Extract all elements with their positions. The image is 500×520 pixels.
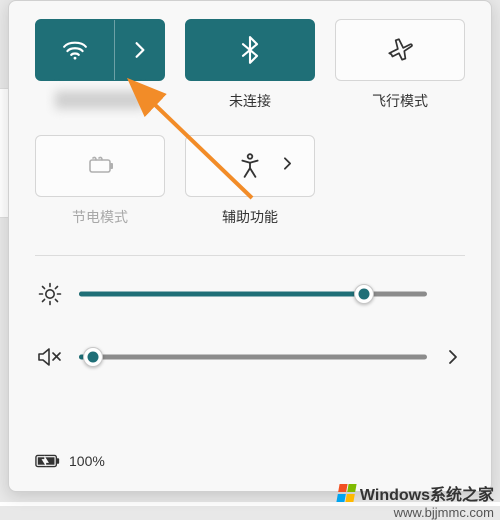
battery-saver-tile-group: 节电模式 <box>35 135 165 225</box>
brightness-slider[interactable] <box>79 284 427 304</box>
airplane-label: 飞行模式 <box>372 91 428 109</box>
airplane-tile-group: 飞行模式 <box>335 19 465 109</box>
bluetooth-tile-group: 未连接 <box>185 19 315 109</box>
chevron-right-icon <box>283 157 292 171</box>
volume-muted-icon <box>37 346 63 368</box>
airplane-tile[interactable] <box>335 19 465 81</box>
quick-settings-panel: 未连接 飞行模式 节电模式 <box>8 0 492 492</box>
wifi-toggle[interactable] <box>36 20 114 80</box>
background-strip <box>0 88 8 218</box>
slider-fill <box>79 292 364 297</box>
bluetooth-icon <box>241 36 259 64</box>
accessibility-tile[interactable] <box>185 135 315 197</box>
battery-percent-text: 100% <box>69 453 105 469</box>
accessibility-tile-group: 辅助功能 <box>185 135 315 225</box>
bluetooth-label: 未连接 <box>229 91 271 109</box>
slider-thumb[interactable] <box>354 284 374 304</box>
airplane-icon <box>386 37 414 63</box>
watermark-line1: Windows系统之家 <box>338 481 494 505</box>
chevron-right-icon <box>448 349 458 365</box>
windows-logo-icon <box>336 484 357 502</box>
volume-row <box>35 346 465 368</box>
chevron-right-icon <box>134 41 146 59</box>
accessibility-label: 辅助功能 <box>222 207 278 225</box>
battery-saver-tile[interactable] <box>35 135 165 197</box>
wifi-tile[interactable] <box>35 19 165 81</box>
accessibility-expand-button[interactable] <box>283 157 292 176</box>
battery-saver-icon <box>84 155 116 177</box>
wifi-icon <box>62 39 88 61</box>
accessibility-icon <box>238 153 262 179</box>
brightness-row <box>35 282 465 306</box>
status-bar: 100% <box>35 453 105 469</box>
volume-output-button[interactable] <box>441 349 465 365</box>
quick-tiles-row-1: 未连接 飞行模式 <box>35 19 465 109</box>
divider <box>35 255 465 256</box>
battery-saver-label: 节电模式 <box>72 207 128 225</box>
bluetooth-tile[interactable] <box>185 19 315 81</box>
wifi-tile-group <box>35 19 165 109</box>
watermark: Windows系统之家 www.bjjmmc.com <box>338 481 494 520</box>
volume-slider[interactable] <box>79 347 427 367</box>
slider-track <box>79 355 427 360</box>
quick-tiles-row-2: 节电模式 辅助功能 <box>35 135 465 225</box>
slider-thumb[interactable] <box>83 347 103 367</box>
wifi-expand-button[interactable] <box>114 20 164 80</box>
watermark-line2: www.bjjmmc.com <box>394 505 494 520</box>
wifi-label <box>55 91 145 109</box>
battery-status-icon <box>35 453 61 469</box>
brightness-icon <box>38 282 62 306</box>
